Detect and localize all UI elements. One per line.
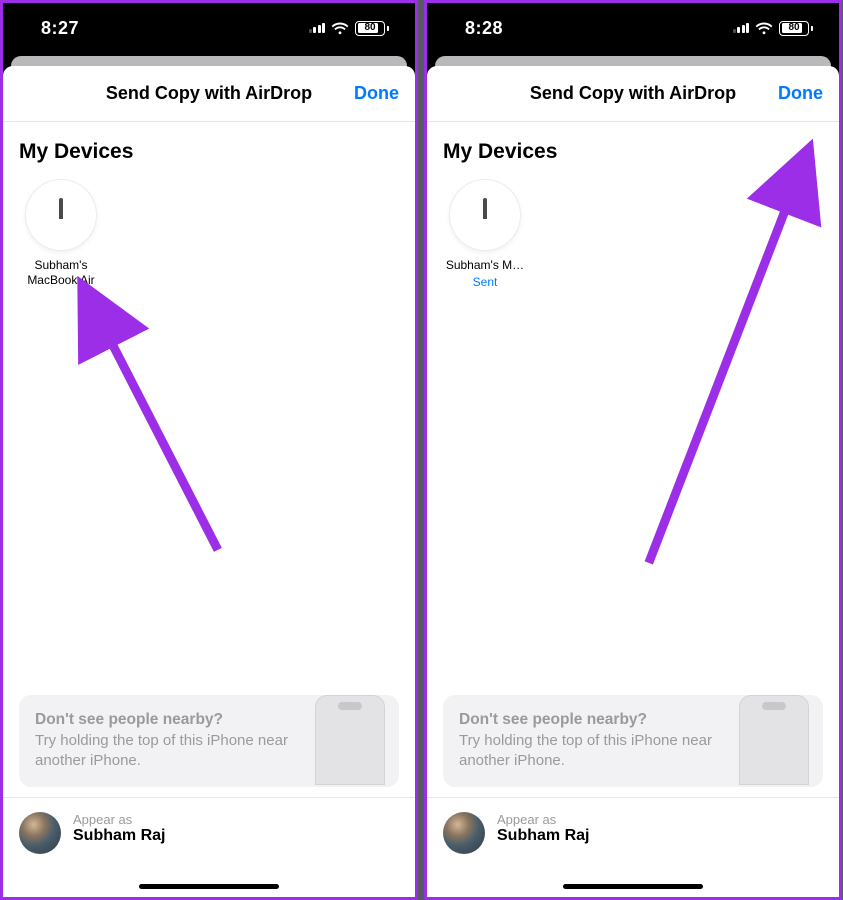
appear-as-label: Appear as bbox=[497, 812, 589, 827]
nearby-hint-card[interactable]: Don't see people nearby? Try holding the… bbox=[19, 695, 399, 788]
iphone-illustration-icon bbox=[739, 695, 809, 785]
airdrop-sheet: Send Copy with AirDrop Done My Devices S… bbox=[3, 66, 415, 897]
airdrop-device[interactable]: Subham'sMacBook Air bbox=[19, 180, 103, 288]
section-my-devices: My Devices bbox=[19, 140, 399, 164]
done-button[interactable]: Done bbox=[354, 83, 399, 104]
status-right: 80 bbox=[309, 21, 390, 36]
airdrop-sheet: Send Copy with AirDrop Done My Devices S… bbox=[427, 66, 839, 897]
cellular-signal-icon bbox=[309, 23, 326, 33]
nav-bar: Send Copy with AirDrop Done bbox=[3, 66, 415, 122]
nav-bar: Send Copy with AirDrop Done bbox=[427, 66, 839, 122]
status-time: 8:28 bbox=[465, 18, 503, 39]
status-time: 8:27 bbox=[41, 18, 79, 39]
appear-as-name: Subham Raj bbox=[73, 827, 165, 845]
phone-screenshot-right: 8:28 80 Send Copy with AirDrop Done My D… bbox=[424, 0, 842, 900]
status-right: 80 bbox=[733, 21, 814, 36]
wifi-icon bbox=[331, 22, 349, 35]
home-indicator[interactable] bbox=[139, 884, 279, 889]
device-status: Sent bbox=[473, 275, 498, 289]
appear-as-name: Subham Raj bbox=[497, 827, 589, 845]
cellular-signal-icon bbox=[733, 23, 750, 33]
section-my-devices: My Devices bbox=[443, 140, 823, 164]
battery-icon: 80 bbox=[355, 21, 389, 36]
status-bar: 8:28 80 bbox=[427, 3, 839, 53]
battery-icon: 80 bbox=[779, 21, 813, 36]
appear-as-row[interactable]: Appear as Subham Raj bbox=[427, 797, 839, 897]
nav-title: Send Copy with AirDrop bbox=[106, 83, 312, 104]
user-avatar bbox=[443, 812, 485, 854]
home-indicator[interactable] bbox=[563, 884, 703, 889]
device-name: Subham's M… bbox=[446, 258, 524, 273]
appear-as-row[interactable]: Appear as Subham Raj bbox=[3, 797, 415, 897]
done-button[interactable]: Done bbox=[778, 83, 823, 104]
appear-as-text: Appear as Subham Raj bbox=[497, 812, 589, 845]
hint-body: Try holding the top of this iPhone near … bbox=[35, 731, 307, 772]
nav-title: Send Copy with AirDrop bbox=[530, 83, 736, 104]
hint-title: Don't see people nearby? bbox=[459, 711, 731, 729]
phone-screenshot-left: 8:27 80 Send Copy with AirDrop Done My D… bbox=[0, 0, 418, 900]
device-name: Subham'sMacBook Air bbox=[27, 258, 94, 288]
hint-body: Try holding the top of this iPhone near … bbox=[459, 731, 731, 772]
macbook-icon bbox=[461, 200, 509, 230]
macbook-icon bbox=[37, 200, 85, 230]
device-avatar bbox=[450, 180, 520, 250]
devices-row: Subham'sMacBook Air bbox=[19, 180, 399, 288]
user-avatar bbox=[19, 812, 61, 854]
status-bar: 8:27 80 bbox=[3, 3, 415, 53]
devices-row: Subham's M… Sent bbox=[443, 180, 823, 289]
hint-title: Don't see people nearby? bbox=[35, 711, 307, 729]
appear-as-label: Appear as bbox=[73, 812, 165, 827]
content-area: My Devices Subham'sMacBook Air bbox=[3, 122, 415, 897]
airdrop-device[interactable]: Subham's M… Sent bbox=[443, 180, 527, 289]
device-avatar bbox=[26, 180, 96, 250]
appear-as-text: Appear as Subham Raj bbox=[73, 812, 165, 845]
nearby-hint-card[interactable]: Don't see people nearby? Try holding the… bbox=[443, 695, 823, 788]
iphone-illustration-icon bbox=[315, 695, 385, 785]
content-area: My Devices Subham's M… Sent D bbox=[427, 122, 839, 897]
wifi-icon bbox=[755, 22, 773, 35]
